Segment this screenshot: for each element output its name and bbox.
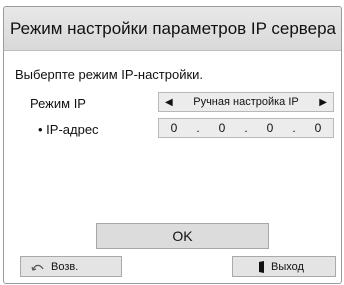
arrow-right-icon[interactable]: ▶ (313, 97, 333, 108)
back-button[interactable]: Возв. (20, 256, 122, 277)
back-button-label: Возв. (51, 260, 79, 273)
ip-separator: . (292, 121, 296, 135)
dialog-title: Режим настройки параметров IP сервера (10, 18, 337, 38)
ip-octet-3[interactable]: 0 (261, 121, 279, 135)
ip-octet-2[interactable]: 0 (213, 121, 231, 135)
exit-button-label: Выход (271, 260, 304, 273)
exit-door-icon (259, 260, 265, 273)
ip-octet-4[interactable]: 0 (309, 121, 327, 135)
ok-button[interactable]: OK (96, 223, 269, 249)
ip-mode-selector[interactable]: ◀ Ручная настройка IP ▶ (158, 92, 334, 112)
ip-separator: . (244, 121, 248, 135)
return-arrow-icon (31, 262, 45, 272)
exit-button[interactable]: Выход (232, 256, 336, 277)
ip-address-label: • IP-адрес (38, 122, 99, 137)
ip-separator: . (196, 121, 200, 135)
ip-mode-label: Режим IP (30, 96, 86, 111)
arrow-left-icon[interactable]: ◀ (159, 97, 179, 108)
ip-mode-value: Ручная настройка IP (193, 96, 299, 108)
ip-address-field[interactable]: 0 . 0 . 0 . 0 (158, 118, 334, 138)
instruction-text: Выберпте режим IP-настройки. (15, 67, 204, 82)
title-bar: Режим настройки параметров IP сервера (4, 7, 341, 51)
ip-settings-dialog: Режим настройки параметров IP сервера Вы… (3, 6, 342, 284)
ip-octet-1[interactable]: 0 (165, 121, 183, 135)
